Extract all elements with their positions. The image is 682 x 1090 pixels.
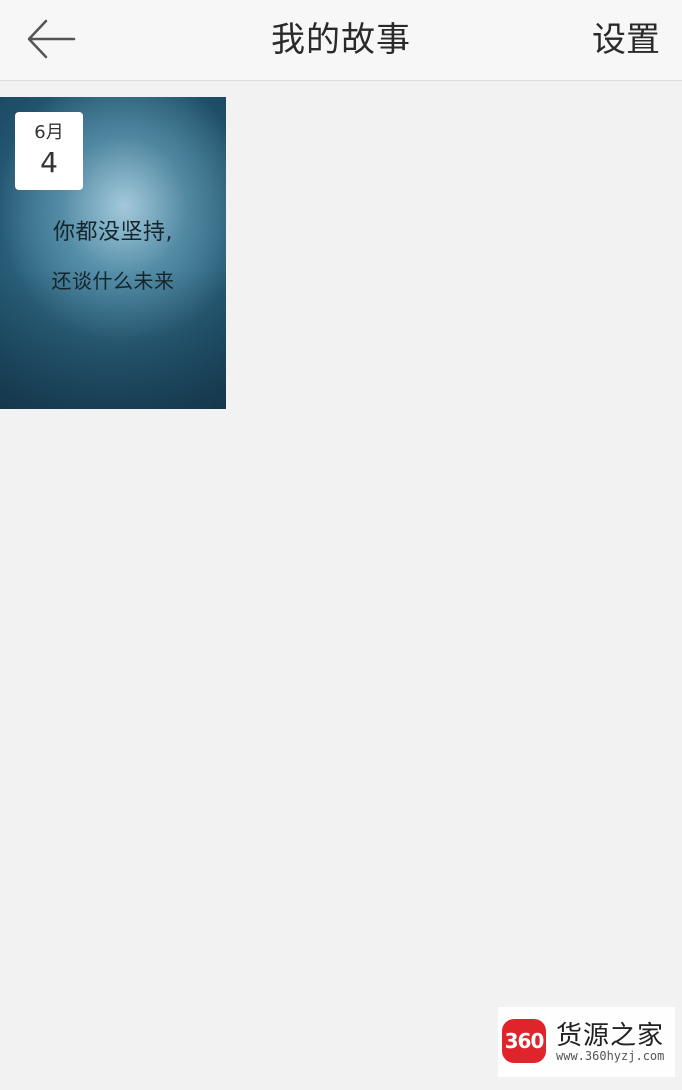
- date-badge: 6月 4: [15, 112, 83, 190]
- watermark-url: www.360hyzj.com: [556, 1049, 665, 1063]
- watermark-title: 货源之家: [556, 1021, 665, 1051]
- arrow-left-icon: [27, 19, 76, 59]
- story-card[interactable]: 6月 4 你都没坚持, 还谈什么未来: [0, 97, 226, 409]
- watermark-logo: 360: [502, 1019, 546, 1063]
- watermark: 360 货源之家 www.360hyzj.com: [498, 1007, 675, 1077]
- story-text-line-1: 你都没坚持,: [53, 220, 173, 245]
- page-title: 我的故事: [271, 20, 411, 60]
- date-month: 6月: [34, 122, 64, 143]
- back-button[interactable]: [22, 14, 80, 64]
- date-day: 4: [40, 146, 58, 179]
- app-header: 我的故事 设置: [0, 0, 682, 81]
- story-text-line-2: 还谈什么未来: [51, 269, 175, 293]
- settings-button[interactable]: 设置: [592, 0, 660, 81]
